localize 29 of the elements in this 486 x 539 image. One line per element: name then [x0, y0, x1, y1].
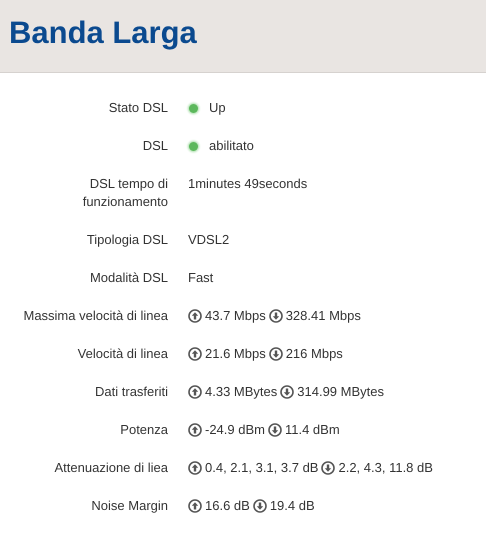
download-value: 2.2, 4.3, 11.8 dB	[338, 459, 433, 477]
field-label: Velocità di linea	[76, 345, 169, 363]
field-label: Noise Margin	[90, 497, 169, 515]
field-label: Dati trasferiti	[94, 383, 169, 401]
field-label: Tipologia DSL	[86, 231, 169, 249]
field-value: Fast	[188, 269, 214, 287]
download-value: 11.4 dBm	[284, 421, 340, 439]
status-text: Up	[209, 99, 226, 117]
field-label: Stato DSL	[108, 99, 169, 117]
field-value: 1minutes 49seconds	[188, 175, 308, 193]
upload-value: 16.6 dB	[205, 497, 250, 515]
upload-value: 43.7 Mbps	[205, 307, 266, 325]
field-label: Potenza	[119, 421, 169, 439]
field-label: Modalità DSL	[88, 269, 169, 287]
field-label: Massima velocità di linea	[22, 307, 169, 325]
field-label: DSL	[142, 137, 169, 155]
download-value: 216 Mbps	[286, 345, 343, 363]
download-value: 19.4 dB	[270, 497, 315, 515]
field-label: Attenuazione di liea	[54, 459, 169, 477]
download-value: 328.41 Mbps	[286, 307, 361, 325]
field-label: DSL tempo di funzionamento	[82, 175, 169, 211]
upload-value: 4.33 MBytes	[205, 383, 278, 401]
upload-value: 21.6 Mbps	[205, 345, 266, 363]
download-value: 314.99 MBytes	[297, 383, 384, 401]
status-text: abilitato	[209, 137, 254, 155]
upload-value: -24.9 dBm	[205, 421, 265, 439]
page-title: Banda Larga	[9, 15, 197, 51]
field-value: VDSL2	[188, 231, 230, 249]
upload-value: 0.4, 2.1, 3.1, 3.7 dB	[205, 459, 318, 477]
